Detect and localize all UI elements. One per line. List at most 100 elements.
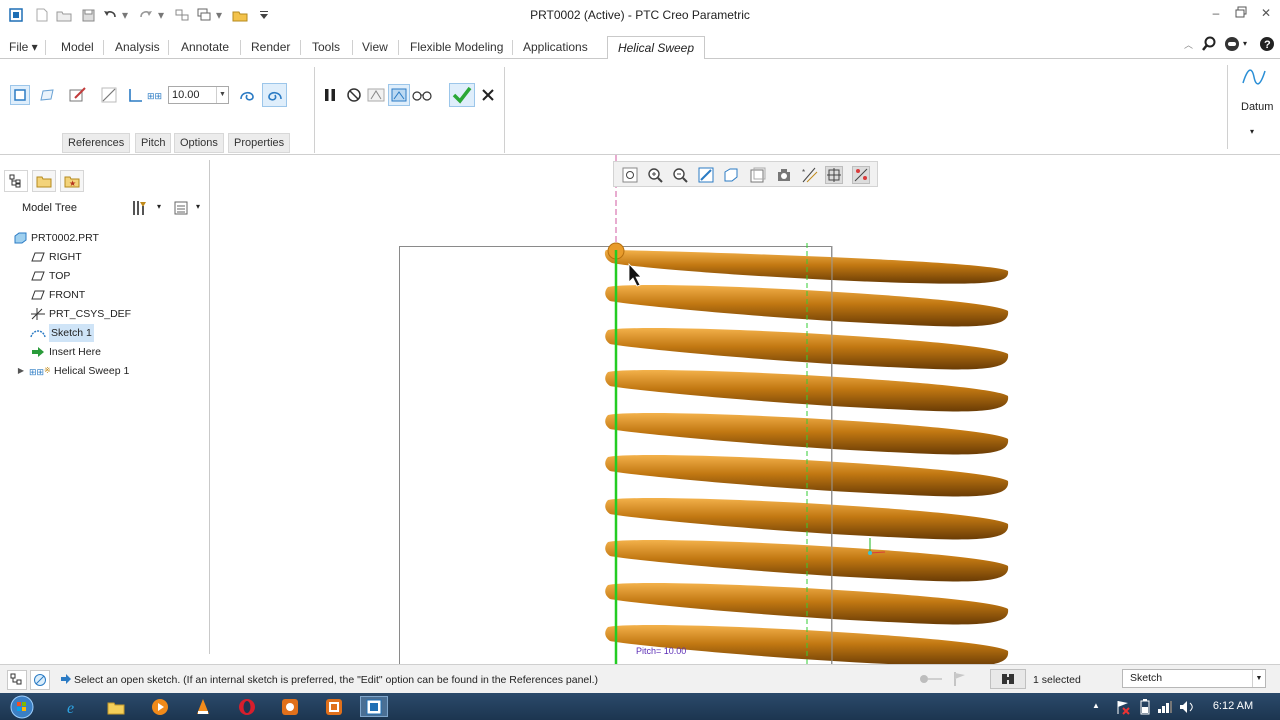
toggle-browser-icon[interactable] xyxy=(30,670,50,690)
spin-center-icon[interactable] xyxy=(825,166,843,184)
tab-tools[interactable]: Tools xyxy=(306,36,346,59)
helical-sweep-icon: ⊞⊞ ※ xyxy=(29,364,51,378)
flag-icon[interactable] xyxy=(953,671,967,690)
tree-item-label: FRONT xyxy=(49,289,86,301)
tree-item-insert-here[interactable]: Insert Here xyxy=(30,343,101,361)
cancel-feature-icon[interactable] xyxy=(478,85,498,105)
ribbon: ⊞⊞ 10.00 ▼ References Pitch Options Prop… xyxy=(0,59,1280,155)
tab-applications[interactable]: Applications xyxy=(517,36,594,59)
tree-item-sketch[interactable]: Sketch 1 xyxy=(30,324,94,342)
preview-icon[interactable] xyxy=(366,85,386,105)
tree-item-helical-sweep[interactable]: ▶ ⊞⊞ ※ Helical Sweep 1 xyxy=(16,362,129,380)
no-preview-icon[interactable] xyxy=(344,85,364,105)
minimize-button[interactable]: – xyxy=(1208,6,1224,22)
selection-count[interactable]: 1 selected xyxy=(1033,674,1081,686)
tree-item-right[interactable]: RIGHT xyxy=(30,248,82,266)
tab-annotate[interactable]: Annotate xyxy=(175,36,235,59)
filter-dropdown-icon[interactable]: ▼ xyxy=(1252,670,1265,687)
community-dropdown-icon[interactable]: ▾ xyxy=(1243,39,1247,48)
datum-icon[interactable] xyxy=(1240,65,1268,94)
selection-filter[interactable]: Sketch ▼ xyxy=(1122,669,1266,688)
sketch-section-icon[interactable] xyxy=(68,85,88,105)
datum-display-icon[interactable]: * xyxy=(801,166,819,184)
tab-properties[interactable]: Properties xyxy=(228,133,291,153)
tab-render[interactable]: Render xyxy=(245,36,296,59)
progress-indicator-icon xyxy=(918,673,944,688)
camtasia-icon[interactable] xyxy=(322,696,346,717)
opera-icon[interactable] xyxy=(235,696,259,717)
graphics-area[interactable]: * Pitch= 10.00 xyxy=(210,155,1280,664)
display-style-icon[interactable] xyxy=(722,166,740,184)
tab-view[interactable]: View xyxy=(356,36,394,59)
settings-dropdown-icon[interactable]: ▾ xyxy=(157,202,161,211)
show-hidden-icons-icon[interactable]: ▲ xyxy=(1092,701,1100,710)
community-icon[interactable] xyxy=(1224,36,1240,55)
svg-text:⊞⊞: ⊞⊞ xyxy=(29,367,44,377)
apply-ok-icon[interactable] xyxy=(449,83,475,107)
spring-model[interactable] xyxy=(210,155,1280,664)
internet-explorer-icon[interactable]: e xyxy=(62,696,86,717)
pause-icon[interactable] xyxy=(320,85,340,105)
datum-label[interactable]: Datum xyxy=(1241,101,1273,113)
network-icon[interactable] xyxy=(1153,696,1177,717)
tab-options[interactable]: Options xyxy=(174,133,224,153)
minimize-ribbon-icon[interactable]: ︿ xyxy=(1184,38,1196,51)
volume-icon[interactable] xyxy=(1176,696,1200,717)
pitch-dropdown-icon[interactable]: ▼ xyxy=(216,87,228,103)
clock[interactable]: 6:12 AM xyxy=(1203,700,1263,712)
zoom-out-icon[interactable] xyxy=(671,166,689,184)
pitch-annotation[interactable]: Pitch= 10.00 xyxy=(636,646,686,656)
verify-mode-icon[interactable] xyxy=(412,85,432,105)
favorites-tab-icon[interactable]: ★ xyxy=(60,170,84,192)
vlc-icon[interactable] xyxy=(191,696,215,717)
tab-references[interactable]: References xyxy=(62,133,131,153)
left-handed-icon[interactable] xyxy=(237,85,257,105)
attached-preview-icon[interactable] xyxy=(388,84,410,106)
creo-taskbar-icon[interactable] xyxy=(360,696,388,717)
sweep-as-solid-icon[interactable] xyxy=(10,85,30,105)
svg-text:★: ★ xyxy=(69,179,76,188)
tab-model[interactable]: Model xyxy=(55,36,100,59)
repaint-icon[interactable] xyxy=(697,166,715,184)
toggle-navigator-icon[interactable] xyxy=(7,670,27,690)
remove-material-icon[interactable] xyxy=(99,85,119,105)
help-icon[interactable]: ? xyxy=(1259,36,1275,55)
sweep-as-surface-icon[interactable] xyxy=(37,85,57,105)
zoom-in-icon[interactable] xyxy=(646,166,664,184)
show-icon[interactable] xyxy=(173,200,189,219)
tree-item-part[interactable]: PRT0002.PRT xyxy=(12,229,99,247)
restore-button[interactable] xyxy=(1233,6,1249,22)
part-icon xyxy=(12,231,28,245)
action-center-icon[interactable] xyxy=(1111,696,1135,717)
pitch-value-field[interactable]: 10.00 ▼ xyxy=(168,86,229,104)
tree-item-csys[interactable]: PRT_CSYS_DEF xyxy=(30,305,131,323)
datum-plane-icon xyxy=(30,288,46,302)
media-player-icon[interactable] xyxy=(148,696,172,717)
tree-item-front[interactable]: FRONT xyxy=(30,286,85,304)
tab-pitch[interactable]: Pitch xyxy=(135,133,172,153)
find-icon[interactable] xyxy=(990,669,1026,689)
thicken-sketch-icon[interactable] xyxy=(126,85,146,105)
datum-dropdown-icon[interactable]: ▾ xyxy=(1250,127,1254,136)
tree-item-top[interactable]: TOP xyxy=(30,267,70,285)
view-manager-icon[interactable] xyxy=(775,166,793,184)
search-icon[interactable] xyxy=(1201,36,1217,55)
annotation-display-icon[interactable] xyxy=(852,166,870,184)
close-button[interactable]: ✕ xyxy=(1258,6,1274,22)
show-dropdown-icon[interactable]: ▾ xyxy=(196,202,200,211)
tab-analysis[interactable]: Analysis xyxy=(109,36,166,59)
tab-file[interactable]: File ▾ xyxy=(3,36,44,59)
recorder-app-icon[interactable] xyxy=(278,696,302,717)
expand-icon[interactable]: ▶ xyxy=(16,364,26,378)
saved-orientations-icon[interactable] xyxy=(749,166,767,184)
refit-icon[interactable] xyxy=(621,166,639,184)
start-button-icon[interactable] xyxy=(6,695,38,718)
tab-flexible-modeling[interactable]: Flexible Modeling xyxy=(404,36,509,59)
settings-icon[interactable] xyxy=(131,199,149,220)
folder-browser-tab-icon[interactable] xyxy=(32,170,56,192)
model-tree-tab-icon[interactable] xyxy=(4,170,28,192)
file-explorer-icon[interactable] xyxy=(104,696,128,717)
right-handed-icon[interactable] xyxy=(262,83,287,107)
pitch-icon[interactable]: ⊞⊞ xyxy=(146,85,166,105)
tab-helical-sweep[interactable]: Helical Sweep xyxy=(607,36,705,60)
